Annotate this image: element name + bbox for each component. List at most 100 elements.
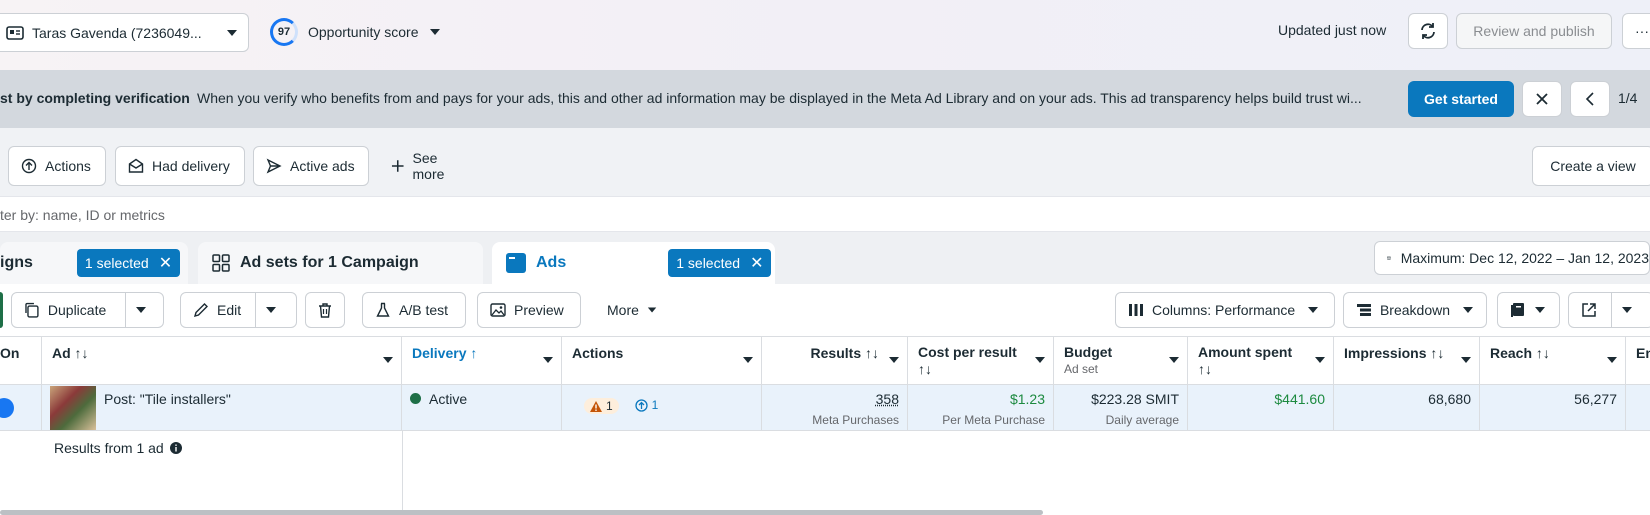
trash-icon bbox=[319, 303, 331, 318]
chevron-down-icon[interactable] bbox=[543, 357, 553, 363]
col-reach[interactable]: Reach ↑↓ bbox=[1480, 337, 1626, 385]
create-button-edge[interactable] bbox=[0, 292, 3, 328]
account-selector[interactable]: Taras Gavenda (7236049... bbox=[0, 13, 249, 52]
ad-name[interactable]: Post: "Tile installers" bbox=[104, 391, 231, 407]
col-budget[interactable]: Budget Ad set bbox=[1054, 337, 1188, 385]
ab-test-button[interactable]: A/B test bbox=[362, 292, 466, 328]
duplicate-button[interactable]: Duplicate bbox=[11, 292, 164, 328]
campaigns-selected-pill[interactable]: 1 selected ✕ bbox=[76, 249, 181, 277]
column-divider bbox=[402, 431, 403, 515]
chevron-down-icon[interactable] bbox=[743, 357, 753, 363]
impressions-cell: 68,680 bbox=[1334, 385, 1480, 430]
col-impressions-label: Impressions ↑↓ bbox=[1344, 345, 1445, 361]
see-more-button[interactable]: See more bbox=[378, 146, 484, 186]
col-on[interactable]: On bbox=[0, 337, 42, 385]
warning-badge[interactable]: 1 bbox=[584, 398, 619, 414]
col-next[interactable]: En bbox=[1626, 337, 1650, 385]
col-cost-per-result[interactable]: Cost per result ↑↓ bbox=[908, 337, 1054, 385]
account-name: Taras Gavenda (7236049... bbox=[32, 24, 202, 41]
delivery-status: Active bbox=[429, 391, 468, 407]
chevron-down-icon[interactable] bbox=[889, 357, 899, 363]
envelope-icon bbox=[128, 158, 144, 173]
duplicate-label: Duplicate bbox=[47, 302, 107, 318]
on-toggle[interactable] bbox=[0, 398, 14, 418]
opportunity-score[interactable]: 97 Opportunity score bbox=[270, 17, 441, 47]
info-icon[interactable] bbox=[169, 442, 182, 454]
date-range-picker[interactable]: Maximum: Dec 12, 2022 – Jan 12, 2023 bbox=[1374, 241, 1650, 275]
chevron-down-icon[interactable] bbox=[1315, 357, 1325, 363]
export-button[interactable] bbox=[1568, 292, 1650, 328]
more-button[interactable]: More bbox=[594, 292, 670, 328]
arrow-up-circle-icon bbox=[21, 158, 37, 174]
delete-button[interactable] bbox=[305, 292, 345, 328]
preview-button[interactable]: Preview bbox=[477, 292, 581, 328]
edit-button[interactable]: Edit bbox=[180, 292, 297, 328]
refresh-icon bbox=[1421, 23, 1435, 39]
export-dropdown[interactable] bbox=[1611, 293, 1649, 327]
ads-selected-pill[interactable]: 1 selected ✕ bbox=[668, 249, 772, 277]
col-reach-label: Reach ↑↓ bbox=[1490, 345, 1550, 361]
close-icon[interactable]: ✕ bbox=[750, 253, 763, 273]
cost-cell: $1.23 Per Meta Purchase bbox=[908, 385, 1054, 430]
chevron-down-icon[interactable] bbox=[1607, 357, 1617, 363]
filter-input[interactable]: ter by: name, ID or metrics bbox=[0, 207, 165, 223]
col-results-label: Results ↑↓ bbox=[810, 345, 879, 361]
chevron-down-icon[interactable] bbox=[1169, 357, 1179, 363]
reports-button[interactable] bbox=[1497, 292, 1560, 328]
plus-icon bbox=[391, 160, 404, 172]
warning-icon bbox=[590, 400, 602, 412]
amount-value: $441.60 bbox=[1274, 391, 1325, 407]
chevron-down-icon bbox=[429, 29, 440, 35]
chevron-down-icon bbox=[135, 307, 146, 313]
pencil-icon bbox=[193, 303, 208, 318]
col-delivery[interactable]: Delivery ↑ bbox=[402, 337, 562, 385]
columns-icon bbox=[1129, 304, 1143, 316]
view-actions[interactable]: Actions bbox=[8, 146, 106, 186]
results-value[interactable]: 358 bbox=[876, 391, 899, 407]
tab-adsets[interactable]: Ad sets for 1 Campaign bbox=[198, 242, 483, 284]
breakdown-button[interactable]: Breakdown bbox=[1343, 292, 1487, 328]
budget-value: $223.28 SMIT bbox=[1091, 391, 1179, 407]
chevron-down-icon[interactable] bbox=[1035, 357, 1045, 363]
horizontal-scrollbar[interactable] bbox=[0, 510, 1043, 515]
col-ad[interactable]: Ad ↑↓ bbox=[42, 337, 402, 385]
close-banner-button[interactable] bbox=[1522, 81, 1562, 117]
col-delivery-label: Delivery ↑ bbox=[412, 345, 478, 361]
actions-cell: 1 1 bbox=[562, 385, 762, 430]
external-link-icon bbox=[1582, 303, 1596, 317]
impressions-value: 68,680 bbox=[1428, 391, 1471, 407]
tab-campaigns[interactable]: igns 1 selected ✕ bbox=[0, 242, 188, 284]
col-amount-sort: ↑↓ bbox=[1198, 361, 1212, 377]
amount-cell: $441.60 bbox=[1188, 385, 1334, 430]
col-amount-spent[interactable]: Amount spent ↑↓ bbox=[1188, 337, 1334, 385]
chevron-down-icon bbox=[647, 307, 657, 313]
updated-status: Updated just now bbox=[1278, 22, 1387, 38]
create-view-button[interactable]: Create a view bbox=[1532, 146, 1650, 186]
col-actions[interactable]: Actions bbox=[562, 337, 762, 385]
top-bar: Taras Gavenda (7236049... 97 Opportunity… bbox=[0, 0, 1650, 70]
duplicate-dropdown[interactable] bbox=[125, 293, 163, 327]
flask-icon bbox=[376, 302, 390, 317]
ad-thumbnail[interactable] bbox=[50, 386, 96, 430]
col-impressions[interactable]: Impressions ↑↓ bbox=[1334, 337, 1480, 385]
col-results[interactable]: Results ↑↓ bbox=[762, 337, 908, 385]
filter-bar[interactable]: ter by: name, ID or metrics bbox=[0, 196, 1650, 232]
columns-button[interactable]: Columns: Performance bbox=[1115, 292, 1335, 328]
view-active-ads[interactable]: Active ads bbox=[253, 146, 369, 186]
chevron-down-icon[interactable] bbox=[383, 357, 393, 363]
previous-button[interactable] bbox=[1570, 81, 1610, 117]
table-row[interactable]: Post: "Tile installers" Active 1 1 358 M… bbox=[0, 385, 1650, 431]
chevron-down-icon[interactable] bbox=[1461, 357, 1471, 363]
date-range-label: Maximum: Dec 12, 2022 – Jan 12, 2023 bbox=[1400, 250, 1649, 266]
tab-ads[interactable]: Ads 1 selected ✕ bbox=[492, 242, 775, 284]
view-had-delivery[interactable]: Had delivery bbox=[115, 146, 245, 186]
edit-dropdown[interactable] bbox=[255, 293, 293, 327]
arrow-up-circle-icon bbox=[634, 398, 648, 412]
score-ring: 97 bbox=[270, 18, 298, 46]
review-publish-button[interactable]: Review and publish bbox=[1456, 13, 1612, 49]
get-started-button[interactable]: Get started bbox=[1408, 81, 1514, 117]
more-options-button[interactable]: ··· bbox=[1622, 13, 1650, 49]
recommendation-badge[interactable]: 1 bbox=[634, 398, 658, 412]
close-icon[interactable]: ✕ bbox=[159, 253, 172, 273]
refresh-button[interactable] bbox=[1408, 13, 1448, 49]
